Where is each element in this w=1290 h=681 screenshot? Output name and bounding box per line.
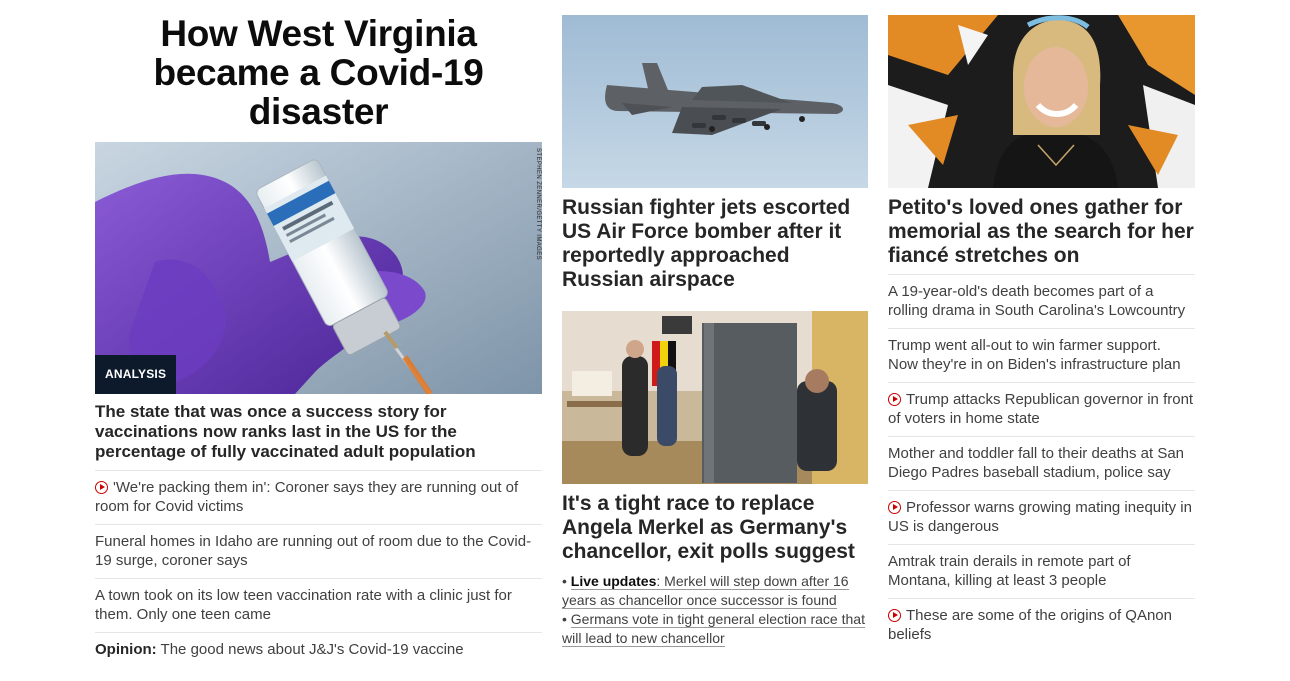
list-item-text: A 19-year-old's death becomes part of a … bbox=[888, 283, 1186, 319]
opinion-item[interactable]: Opinion: The good news about J&J's Covid… bbox=[95, 632, 542, 667]
list-item[interactable]: A 19-year-old's death becomes part of a … bbox=[888, 274, 1195, 328]
list-item-text: Mother and toddler fall to their deaths … bbox=[888, 445, 1185, 481]
bullet-germans-vote[interactable]: • Germans vote in tight general election… bbox=[562, 610, 868, 648]
germany-bullets: • Live updates: Merkel will step down af… bbox=[562, 572, 868, 648]
live-updates-label: Live updates bbox=[570, 573, 657, 589]
vaccine-image[interactable]: STEPHEN ZENNER/GETTY IMAGES ANALYSIS bbox=[95, 142, 542, 394]
bomber-image[interactable] bbox=[562, 15, 868, 188]
list-item[interactable]: Trump attacks Republican governor in fro… bbox=[888, 382, 1195, 436]
list-item[interactable]: A town took on its low teen vaccination … bbox=[95, 578, 542, 632]
list-item[interactable]: Trump went all-out to win farmer support… bbox=[888, 328, 1195, 382]
opinion-label: Opinion: bbox=[95, 641, 157, 658]
list-item-text: Amtrak train derails in remote part of M… bbox=[888, 553, 1131, 589]
column-right: Petito's loved ones gather for memorial … bbox=[888, 0, 1195, 652]
featured-lede[interactable]: The state that was once a success story … bbox=[95, 402, 542, 470]
list-item-text: These are some of the origins of QAnon b… bbox=[888, 607, 1172, 643]
election-image[interactable] bbox=[562, 311, 868, 484]
list-item[interactable]: These are some of the origins of QAnon b… bbox=[888, 598, 1195, 652]
list-item-text: Professor warns growing mating inequity … bbox=[888, 499, 1192, 535]
list-item[interactable]: Mother and toddler fall to their deaths … bbox=[888, 436, 1195, 490]
video-play-icon bbox=[888, 609, 901, 622]
column-left: How West Virginia became a Covid-19 disa… bbox=[95, 0, 542, 667]
petito-headline[interactable]: Petito's loved ones gather for memorial … bbox=[888, 196, 1195, 274]
bomber-headline[interactable]: Russian fighter jets escorted US Air For… bbox=[562, 196, 868, 298]
election-photo bbox=[562, 311, 868, 484]
image-credit: STEPHEN ZENNER/GETTY IMAGES bbox=[535, 148, 541, 261]
bullet-live-updates[interactable]: • Live updates: Merkel will step down af… bbox=[562, 572, 868, 610]
analysis-badge: ANALYSIS bbox=[95, 355, 177, 394]
list-item[interactable]: Funeral homes in Idaho are running out o… bbox=[95, 524, 542, 578]
column-middle: Russian fighter jets escorted US Air For… bbox=[562, 0, 868, 648]
list-item-text: 'We're packing them in': Coroner says th… bbox=[95, 479, 519, 515]
list-item[interactable]: 'We're packing them in': Coroner says th… bbox=[95, 470, 542, 524]
germany-headline[interactable]: It's a tight race to replace Angela Merk… bbox=[562, 492, 868, 570]
petito-image[interactable] bbox=[888, 15, 1195, 188]
video-play-icon bbox=[95, 481, 108, 494]
bomber-photo bbox=[562, 15, 868, 188]
list-item-text: Funeral homes in Idaho are running out o… bbox=[95, 533, 532, 569]
list-item-text: Trump attacks Republican governor in fro… bbox=[888, 391, 1194, 427]
list-item-text: Trump went all-out to win farmer support… bbox=[888, 337, 1181, 373]
list-item[interactable]: Amtrak train derails in remote part of M… bbox=[888, 544, 1195, 598]
petito-photo bbox=[888, 15, 1195, 188]
opinion-text: The good news about J&J's Covid-19 vacci… bbox=[156, 641, 464, 658]
list-item-text: A town took on its low teen vaccination … bbox=[95, 587, 512, 623]
germans-vote-text: Germans vote in tight general election r… bbox=[562, 611, 865, 647]
featured-headline[interactable]: How West Virginia became a Covid-19 disa… bbox=[95, 14, 542, 131]
list-item[interactable]: Professor warns growing mating inequity … bbox=[888, 490, 1195, 544]
video-play-icon bbox=[888, 501, 901, 514]
video-play-icon bbox=[888, 393, 901, 406]
